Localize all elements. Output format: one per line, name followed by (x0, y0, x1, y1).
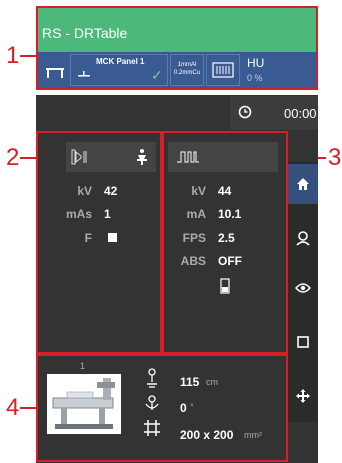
eye-icon (295, 283, 311, 293)
move-icon (296, 389, 310, 403)
timer-value: 00:00 (284, 106, 317, 121)
person-icon (296, 231, 310, 246)
square-button[interactable] (288, 322, 318, 362)
callout-line-4 (20, 407, 36, 409)
callout-line-2 (20, 157, 36, 159)
section-1-outline (36, 6, 318, 90)
callout-2: 2 (6, 144, 20, 171)
home-icon (297, 178, 309, 190)
callout-3: 3 (328, 144, 342, 171)
section-2-outline (36, 131, 162, 354)
home-button[interactable] (288, 164, 318, 204)
callout-4: 4 (6, 394, 20, 421)
view-button[interactable] (288, 268, 318, 308)
move-button[interactable] (288, 376, 318, 416)
clock-icon (238, 105, 252, 119)
callout-line-1 (20, 55, 36, 57)
person-button[interactable] (288, 218, 318, 258)
square-icon (297, 336, 309, 348)
callout-1: 1 (6, 42, 20, 69)
section-4-outline (36, 354, 288, 462)
section-3-outline (162, 131, 288, 354)
